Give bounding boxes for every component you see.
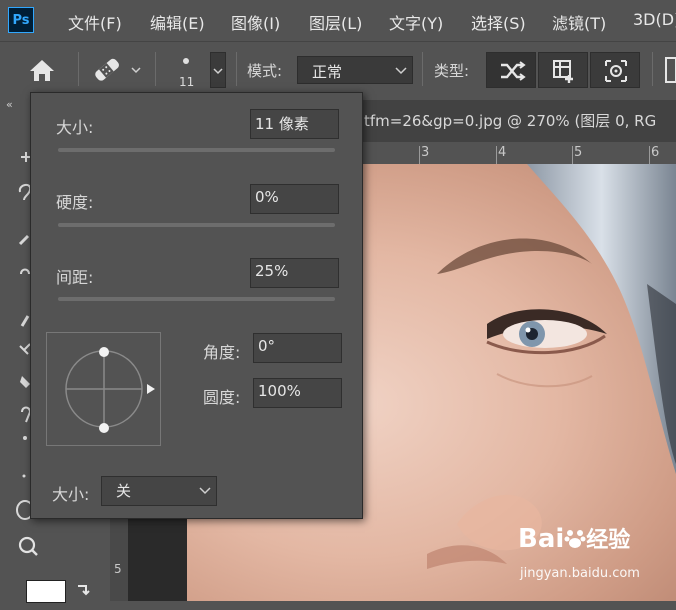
home-icon: [30, 60, 54, 81]
eraser-tool-icon: [20, 376, 30, 388]
spot-healing-brush-icon: [95, 58, 141, 81]
separator: [422, 52, 423, 86]
menu-select[interactable]: 选择(S): [471, 10, 526, 34]
foreground-color-swatch[interactable]: [26, 580, 66, 603]
mode-select[interactable]: 正常: [297, 56, 413, 84]
ruler-number: 5: [574, 145, 583, 160]
size-slider-track[interactable]: [58, 148, 335, 152]
menu-image[interactable]: 图像(I): [231, 10, 280, 34]
vertical-ruler-number: 5: [114, 562, 122, 576]
chevron-down-icon: [395, 67, 407, 75]
ruler-tick: [572, 146, 573, 164]
menu-filter[interactable]: 滤镜(T): [552, 10, 606, 34]
brush-tool-icon: [20, 315, 30, 327]
menu-3d[interactable]: 3D(D): [633, 10, 676, 29]
dodge-tool-icon: [21, 406, 32, 423]
baidu-watermark: Bai 经验: [518, 524, 631, 554]
separator: [652, 52, 653, 86]
separator: [155, 52, 156, 86]
angle-input[interactable]: 0°: [253, 333, 342, 363]
separator: [78, 52, 79, 86]
ruler-tick: [496, 146, 497, 164]
home-button[interactable]: [20, 52, 64, 88]
brush-settings-popup: [30, 92, 363, 519]
proximity-match-button[interactable]: [590, 52, 640, 88]
swap-colors-icon[interactable]: [74, 582, 94, 600]
pen-pressure-size-select[interactable]: 关: [101, 476, 217, 506]
menu-file[interactable]: 文件(F): [68, 10, 122, 34]
chevron-down-icon: [199, 487, 211, 495]
stamp-tool-icon: [19, 343, 31, 355]
content-aware-button[interactable]: [486, 52, 536, 88]
spacing-input[interactable]: 25%: [250, 258, 339, 288]
size-label: 大小:: [56, 118, 94, 137]
menu-edit[interactable]: 编辑(E): [150, 10, 205, 34]
brush-tip-icon: [183, 58, 189, 64]
collapse-panel-icon[interactable]: «: [6, 98, 13, 111]
mode-value: 正常: [312, 63, 343, 81]
roundness-input[interactable]: 100%: [253, 378, 342, 408]
brush-angle-roundness-preview[interactable]: [46, 332, 161, 446]
proximity-match-icon: [605, 60, 627, 82]
angle-label: 角度:: [203, 343, 241, 362]
hardness-label: 硬度:: [56, 193, 94, 212]
brush-picker-dropdown[interactable]: [210, 52, 226, 88]
paw-icon: [564, 530, 586, 548]
brush-size-preview: 11: [179, 75, 195, 89]
roundness-label: 圆度:: [203, 388, 241, 407]
pen-tool-icon: [23, 436, 27, 440]
chevron-down-icon: [131, 67, 141, 74]
photoshop-logo[interactable]: Ps: [8, 7, 34, 33]
menu-layer[interactable]: 图层(L): [309, 10, 362, 34]
chevron-down-icon: [213, 68, 223, 75]
ruler-number: 4: [498, 145, 507, 160]
content-aware-icon: [501, 61, 526, 81]
brush-preset-button[interactable]: 11: [170, 50, 204, 92]
hardness-slider-track[interactable]: [58, 223, 335, 227]
size-input[interactable]: 11 像素: [250, 109, 339, 139]
tool-preset-picker[interactable]: [86, 52, 146, 88]
lasso-tool-icon: [18, 184, 32, 201]
ruler-number: 3: [421, 145, 430, 160]
spacing-label: 间距:: [56, 268, 94, 287]
create-texture-button[interactable]: [538, 52, 588, 88]
quick-select-icon: [18, 234, 30, 246]
crop-tool-icon: [20, 268, 30, 275]
separator: [236, 52, 237, 86]
ruler-tick: [649, 146, 650, 164]
pen-pressure-size-value: 关: [116, 482, 132, 500]
create-texture-icon: [553, 60, 573, 83]
zoom-tool-icon: [18, 536, 36, 554]
sample-all-layers-icon[interactable]: [662, 54, 676, 86]
type-label: 类型:: [434, 62, 470, 80]
ruler-number: 6: [651, 145, 660, 160]
type-tool-icon: [22, 474, 26, 478]
document-tab-title[interactable]: tfm=26&gp=0.jpg @ 270% (图层 0, RG: [364, 110, 656, 131]
mode-label: 模式:: [247, 62, 283, 80]
menu-type[interactable]: 文字(Y): [389, 10, 443, 34]
hardness-input[interactable]: 0%: [250, 184, 339, 214]
spacing-slider-track[interactable]: [58, 297, 335, 301]
ruler-tick: [419, 146, 420, 164]
brush-shape-icon: [65, 347, 155, 433]
baidu-watermark-url: jingyan.baidu.com: [520, 566, 640, 581]
horizontal-ruler: [362, 142, 676, 165]
pen-pressure-size-label: 大小:: [52, 485, 90, 504]
